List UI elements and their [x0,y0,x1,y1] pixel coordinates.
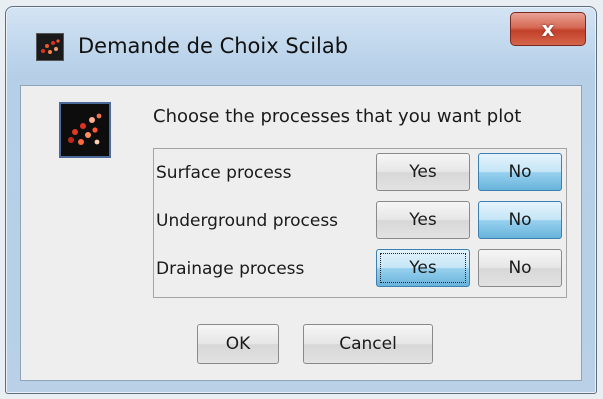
surface-yes-button[interactable]: Yes [376,153,470,191]
scilab-app-icon [36,33,64,61]
choice-row-drainage: Drainage process Yes No [154,249,566,289]
cancel-button[interactable]: Cancel [303,324,433,364]
drainage-yes-button[interactable]: Yes [376,249,470,287]
dialog-content: Choose the processes that you want plot … [20,85,582,381]
drainage-no-button[interactable]: No [478,249,562,287]
row-label: Surface process [156,163,292,183]
ok-button[interactable]: OK [197,324,279,364]
prompt-text: Choose the processes that you want plot [153,106,522,127]
underground-yes-button[interactable]: Yes [376,201,470,239]
close-button[interactable]: x [510,12,586,46]
row-label: Underground process [156,211,339,231]
dialog-window: Demande de Choix Scilab x Choose the pro… [5,6,597,394]
choice-row-underground: Underground process Yes No [154,201,566,241]
scilab-logo-icon [59,102,111,158]
surface-no-button[interactable]: No [478,153,562,191]
underground-no-button[interactable]: No [478,201,562,239]
choice-row-surface: Surface process Yes No [154,153,566,193]
title-bar[interactable]: Demande de Choix Scilab x [6,7,596,77]
row-label: Drainage process [156,259,305,279]
window-title: Demande de Choix Scilab [78,34,349,58]
choices-panel: Surface process Yes No Underground proce… [153,148,567,298]
